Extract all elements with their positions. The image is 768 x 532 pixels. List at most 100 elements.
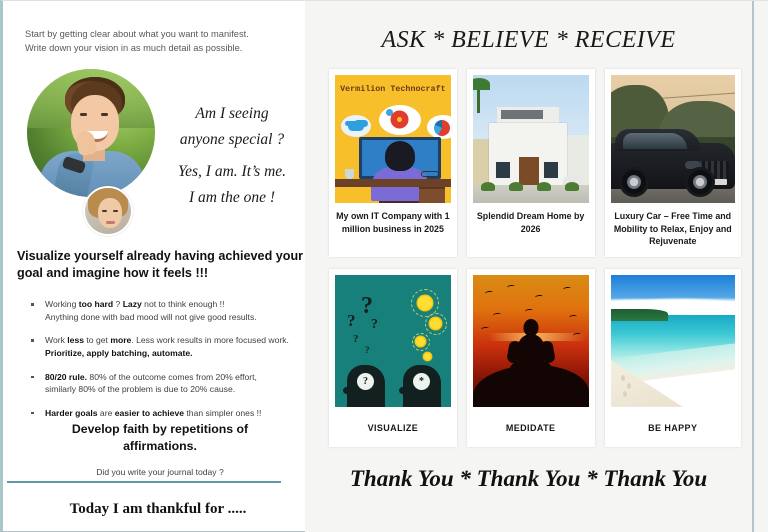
develop-line-1: Develop faith by repetitions of	[71, 422, 249, 436]
divider-rule	[7, 481, 281, 483]
affirmation-quote: Am I seeing anyone special ? Yes, I am. …	[158, 101, 306, 210]
question-mark-icon: ?	[371, 316, 378, 332]
head-brain-idea: *	[413, 372, 430, 390]
card-meditate[interactable]: MEDIDATE	[466, 268, 595, 447]
visualize-heads-illustration: ? ? ? ? ? ? *	[335, 274, 451, 407]
list-item: Work less to get more. Less work results…	[17, 334, 307, 360]
visualize-headline: Visualize yourself already having achiev…	[17, 249, 304, 280]
card-dream-home[interactable]: Splendid Dream Home by 2026	[466, 69, 595, 257]
photo-eye-left	[80, 113, 87, 116]
beach-palm-treeline	[610, 309, 668, 322]
tip-text-1b: ?	[113, 299, 123, 309]
car-wheel-front	[684, 167, 715, 197]
tip-text-4b: than simpler ones !!	[184, 407, 262, 418]
quote-line-3: Yes, I am. It’s me.	[177, 163, 287, 181]
tropical-beach-photo	[610, 274, 735, 407]
card-luxury-car[interactable]: Luxury Car – Free Time and Mobility to R…	[604, 69, 741, 257]
list-item: Working too hard ? Lazy not to think eno…	[17, 298, 307, 324]
question-mark-icon: ?	[347, 310, 356, 330]
thankful-prompt: Today I am thankful for .....	[69, 501, 247, 517]
tip-bold-2c: Prioritize, apply batching, automate.	[45, 348, 193, 359]
home-shrub	[480, 182, 495, 191]
head-brain-question: ?	[357, 372, 374, 390]
gear-icon	[393, 113, 406, 126]
card-visualize[interactable]: ? ? ? ? ? ? * VISUALIZE	[329, 268, 457, 447]
lightbulb-icon	[416, 336, 425, 346]
banner-ask-believe-receive: ASK * BELIEVE * RECEIVE	[381, 27, 676, 53]
tip-text-2c: . Less work results in more focused work…	[131, 335, 289, 346]
photo2-eye-left	[102, 210, 107, 212]
list-item: Harder goals are easier to achieve than …	[17, 407, 307, 420]
tip-text-2a: Work	[45, 335, 68, 346]
card-it-company[interactable]: Vermilion Technocraft My own IT Company …	[329, 69, 457, 257]
desk-shape	[335, 179, 451, 187]
head-silhouette-questions: ?	[343, 364, 385, 407]
quote-line-2: anyone special ?	[179, 130, 285, 148]
intro-line-1: Start by getting clear about what you wa…	[25, 29, 249, 39]
head-silhouette-ideas: *	[399, 364, 441, 407]
left-panel: Start by getting clear about what you wa…	[0, 0, 305, 532]
card-caption: Luxury Car – Free Time and Mobility to R…	[613, 211, 732, 247]
car-windows	[622, 133, 687, 149]
cup-icon	[345, 169, 354, 179]
photo-eye-right	[101, 113, 108, 116]
head-nose	[399, 386, 407, 394]
tip-text-1a: Working	[45, 299, 79, 309]
home-gray-band	[500, 110, 543, 119]
card-caption: MEDIDATE	[505, 422, 556, 433]
list-item: 80/20 rule. 80% of the outcome comes fro…	[17, 371, 307, 397]
dream-home-photo	[472, 75, 589, 203]
tip-bold-1a: too hard	[78, 299, 114, 309]
photo2-lips	[106, 221, 115, 224]
right-panel: ASK * BELIEVE * RECEIVE Vermilion Techno…	[305, 0, 768, 532]
car-wheel-rear	[618, 167, 649, 197]
tip-bold-2b: more	[110, 335, 132, 346]
journal-prompt: Did you write your journal today ?	[96, 467, 224, 477]
palm-tree-shape	[472, 78, 490, 113]
home-front-door	[518, 157, 539, 185]
avatar-main-photo	[27, 69, 155, 197]
home-shrub	[536, 182, 551, 191]
tip-bold-4b: easier to achieve	[114, 407, 185, 418]
tip-text-1c: not to think enough !!	[141, 299, 225, 309]
tip-text-2b: to get	[84, 335, 111, 346]
tip-bold-3a: 80/20 rule.	[45, 371, 88, 382]
home-window-left	[494, 161, 511, 179]
question-mark-icon: ?	[361, 292, 373, 319]
lightbulb-icon	[430, 317, 441, 329]
tips-list: Working too hard ? Lazy not to think eno…	[17, 298, 307, 430]
home-window-right	[542, 161, 559, 179]
cloud-icon	[348, 122, 364, 131]
tip-bold-4a: Harder goals	[45, 407, 98, 418]
question-mark-icon: ?	[353, 332, 359, 345]
home-shrub	[564, 182, 579, 191]
quote-line-1: Am I seeing	[195, 105, 269, 122]
develop-line-2: affirmations.	[123, 438, 197, 453]
intro-text: Start by getting clear about what you wa…	[25, 27, 300, 56]
footprint	[620, 374, 625, 381]
develop-faith-text: Develop faith by repetitions of affirmat…	[25, 421, 295, 454]
figure-legs	[508, 360, 553, 375]
head-nose	[343, 386, 351, 394]
glasses-icon	[420, 171, 439, 177]
vision-card-grid: Vermilion Technocraft My own IT Company …	[329, 69, 741, 447]
footprint	[622, 390, 627, 397]
intro-line-2: Write down your vision in as much detail…	[25, 43, 243, 54]
photo2-eye-right	[113, 210, 118, 212]
lightbulb-icon	[424, 352, 431, 360]
card-be-happy[interactable]: BE HAPPY	[604, 268, 741, 447]
question-mark-icon: ?	[365, 344, 370, 355]
card-row-top: Vermilion Technocraft My own IT Company …	[329, 69, 741, 257]
right-edge-divider	[752, 1, 754, 532]
footprint	[626, 382, 631, 389]
gear-small-icon	[386, 109, 393, 116]
drawer-shape	[418, 187, 445, 203]
card-caption: BE HAPPY	[648, 422, 698, 433]
tip-bold-2a: less	[67, 335, 85, 346]
avatar-secondary-photo	[83, 186, 133, 236]
tip-bold-1b: Lazy	[122, 299, 142, 309]
card-caption: Splendid Dream Home by 2026	[476, 211, 585, 234]
tip-text-4a: are	[97, 407, 115, 418]
it-company-illustration: Vermilion Technocraft	[335, 75, 451, 203]
card-caption: VISUALIZE	[367, 422, 419, 433]
